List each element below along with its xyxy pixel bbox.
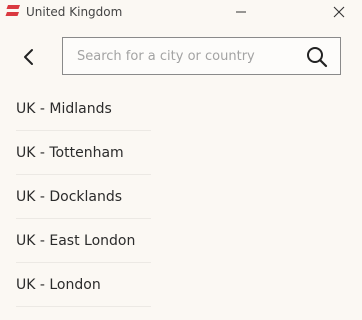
location-item-uk-east-london[interactable]: UK - East London (0, 219, 362, 263)
title-bar: United Kingdom (0, 0, 362, 26)
search-box (62, 37, 341, 75)
location-item-uk-midlands[interactable]: UK - Midlands (0, 87, 362, 131)
search-icon (307, 47, 328, 68)
location-label: UK - East London (16, 233, 136, 249)
location-label: UK - Midlands (16, 101, 112, 117)
location-label: UK - Docklands (16, 189, 123, 205)
back-button[interactable] (16, 44, 42, 70)
location-label: UK - London (16, 277, 101, 293)
chevron-left-icon (24, 49, 33, 65)
location-label: UK - Tottenham (16, 145, 124, 161)
location-item-uk-docklands[interactable]: UK - Docklands (0, 175, 362, 219)
location-item-uk-tottenham[interactable]: UK - Tottenham (0, 131, 362, 175)
search-button[interactable] (306, 46, 328, 68)
search-input[interactable] (77, 38, 297, 74)
close-icon (333, 6, 345, 18)
minimize-icon (236, 11, 246, 13)
location-list: UK - Midlands UK - Tottenham UK - Dockla… (0, 87, 362, 307)
location-item-uk-london[interactable]: UK - London (0, 263, 362, 307)
expressvpn-logo-icon (5, 5, 20, 16)
close-button[interactable] (327, 2, 351, 22)
window-title: United Kingdom (26, 5, 123, 19)
divider (16, 306, 151, 307)
minimize-button[interactable] (229, 2, 253, 22)
